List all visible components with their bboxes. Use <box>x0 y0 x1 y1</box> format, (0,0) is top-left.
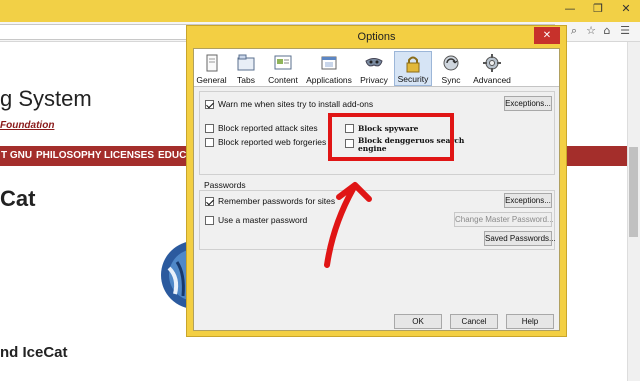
tab-label: Advanced <box>473 75 511 85</box>
tab-advanced[interactable]: Advanced <box>470 51 514 86</box>
dialog-close-button[interactable]: ✕ <box>534 27 560 44</box>
tab-label: Content <box>268 75 298 85</box>
tab-general[interactable]: General <box>195 51 228 86</box>
tabs-icon <box>237 54 255 71</box>
saved-passwords-button[interactable]: Saved Passwords... <box>484 231 556 246</box>
content-icon <box>274 55 292 70</box>
body-text <box>0 374 600 381</box>
star-icon[interactable]: ☆ <box>584 24 598 38</box>
nav-item-licenses[interactable]: LICENSES <box>104 150 154 161</box>
block-attack-sites-label: Block reported attack sites <box>218 123 318 133</box>
tab-label: Security <box>397 74 429 84</box>
general-icon <box>206 54 217 72</box>
tab-label: General <box>196 75 227 85</box>
applications-icon <box>321 56 337 70</box>
ok-button[interactable]: OK <box>394 314 442 329</box>
page-heading: Cat <box>0 186 36 211</box>
sync-icon <box>443 55 459 71</box>
maximize-button[interactable]: ❐ <box>584 0 612 20</box>
tab-security[interactable]: Security <box>394 51 432 86</box>
tab-label: Tabs <box>237 75 255 85</box>
block-attack-sites-checkbox[interactable] <box>205 124 214 133</box>
tab-privacy[interactable]: Privacy <box>356 51 392 86</box>
password-exceptions-button[interactable]: Exceptions... <box>504 193 552 208</box>
block-forgeries-checkbox[interactable] <box>205 138 214 147</box>
foundation-link[interactable]: Foundation <box>0 120 54 131</box>
dialog-title: Options <box>357 31 396 43</box>
cancel-button[interactable]: Cancel <box>450 314 498 329</box>
help-button[interactable]: Help <box>506 314 554 329</box>
addon-exceptions-button[interactable]: Exceptions... <box>504 96 552 111</box>
home-icon[interactable]: ⌂ <box>600 24 614 38</box>
nav-item-philosophy[interactable]: PHILOSOPHY <box>36 150 102 161</box>
tab-label: Privacy <box>360 75 388 85</box>
minimize-button[interactable]: — <box>556 0 584 20</box>
warn-addons-label: Warn me when sites try to install add-on… <box>218 99 374 109</box>
browser-title-bar: — ❐ ✕ <box>0 0 640 22</box>
warn-addons-checkbox[interactable] <box>205 100 214 109</box>
section-heading: nd IceCat <box>0 344 68 361</box>
tab-tabs[interactable]: Tabs <box>230 51 262 86</box>
master-password-label: Use a master password <box>218 215 308 225</box>
lock-icon <box>406 56 420 73</box>
nav-item-gnu[interactable]: T GNU <box>1 150 32 161</box>
change-master-password-button[interactable]: Change Master Password... <box>454 212 554 227</box>
master-password-checkbox[interactable] <box>205 216 214 225</box>
menu-icon[interactable]: ☰ <box>618 24 632 38</box>
advanced-icon <box>483 54 501 72</box>
page-title: g System <box>0 86 92 111</box>
tab-applications[interactable]: Applications <box>304 51 354 86</box>
scrollbar-thumb[interactable] <box>629 147 638 237</box>
page-scrollbar[interactable] <box>627 42 640 381</box>
block-forgeries-label: Block reported web forgeries <box>218 137 327 147</box>
close-window-button[interactable]: ✕ <box>612 0 640 20</box>
options-tabstrip: General Tabs Content Applications Privac… <box>194 49 559 87</box>
annotation-highlight-box <box>328 113 454 161</box>
tab-label: Sync <box>441 75 461 85</box>
remember-passwords-checkbox[interactable] <box>205 197 214 206</box>
annotation-arrow-icon <box>324 182 372 268</box>
privacy-icon <box>365 58 383 67</box>
tab-content[interactable]: Content <box>264 51 302 86</box>
search-icon[interactable]: ⌕ <box>567 24 581 38</box>
passwords-section-label: Passwords <box>204 180 246 190</box>
tab-label: Applications <box>306 75 352 85</box>
window-controls: — ❐ ✕ <box>556 0 640 22</box>
tab-sync[interactable]: Sync <box>434 51 468 86</box>
